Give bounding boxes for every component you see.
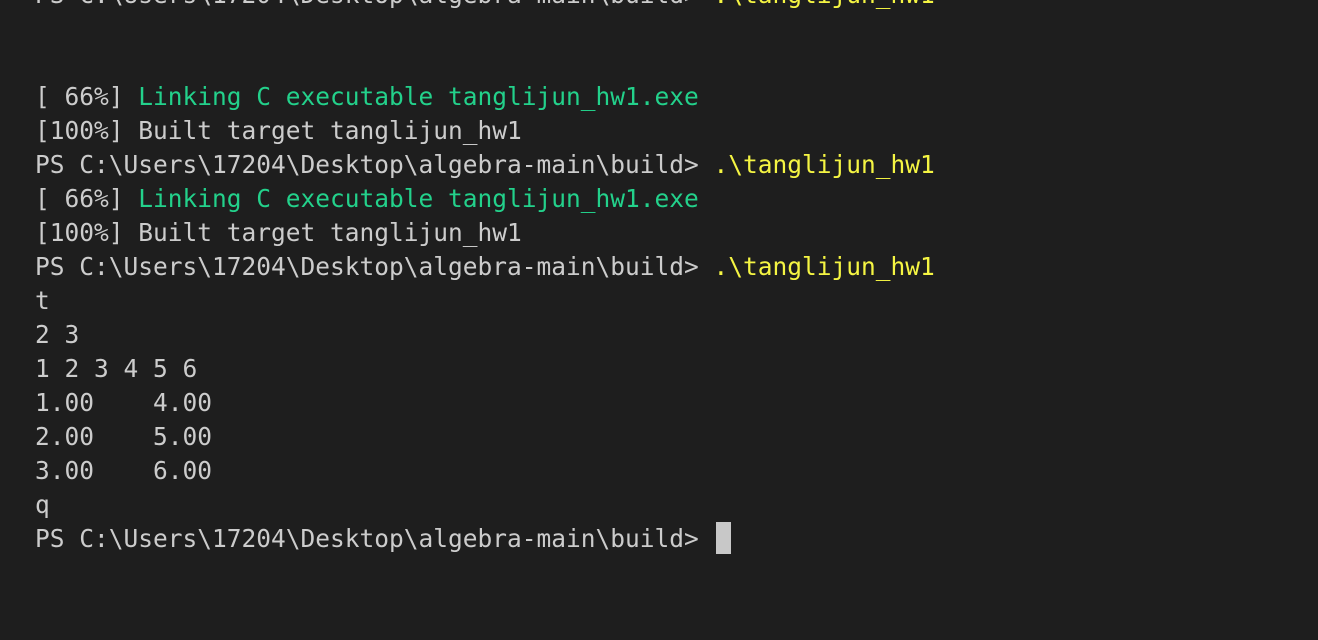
build-message: [100%] Built target tanglijun_hw1 (35, 218, 522, 247)
command-text: .\tanglijun_hw1 (713, 150, 935, 179)
build-message: Linking C executable tanglijun_hw1.exe (138, 82, 699, 111)
terminal-line: [100%] Built target tanglijun_hw1 (35, 114, 935, 148)
terminal-output: PS C:\Users\17204\Desktop\algebra-main\b… (35, 0, 935, 556)
program-output: 1 2 3 4 5 6 (35, 354, 198, 383)
terminal-line: [100%] Built target tanglijun_hw1 (35, 216, 935, 250)
program-output: 2.00 5.00 (35, 422, 213, 451)
terminal-line: 2.00 5.00 (35, 420, 935, 454)
program-output: q (35, 490, 50, 519)
blank-lines (35, 12, 935, 80)
program-output: t (35, 286, 50, 315)
prompt-text: PS C:\Users\17204\Desktop\algebra-main\b… (35, 150, 714, 179)
terminal-line: PS C:\Users\17204\Desktop\algebra-main\b… (35, 250, 935, 284)
command-text: .\tanglijun_hw1 (713, 252, 935, 281)
terminal-line: PS C:\Users\17204\Desktop\algebra-main\b… (35, 148, 935, 182)
terminal-line: 1 2 3 4 5 6 (35, 352, 935, 386)
terminal-line: q (35, 488, 935, 522)
terminal-line: 2 3 (35, 318, 935, 352)
build-message: [100%] Built target tanglijun_hw1 (35, 116, 522, 145)
terminal-line: [ 66%] Linking C executable tanglijun_hw… (35, 182, 935, 216)
terminal-line: 3.00 6.00 (35, 454, 935, 488)
terminal-line-partial: PS C:\Users\17204\Desktop\algebra-main\b… (35, 0, 935, 12)
terminal-line: t (35, 284, 935, 318)
build-message: Linking C executable tanglijun_hw1.exe (138, 184, 699, 213)
program-output: 2 3 (35, 320, 80, 349)
progress-prefix: [ 66%] (35, 184, 139, 213)
program-output: 3.00 6.00 (35, 456, 213, 485)
terminal-input-line[interactable]: PS C:\Users\17204\Desktop\algebra-main\b… (35, 522, 935, 556)
prompt-text: PS C:\Users\17204\Desktop\algebra-main\b… (35, 252, 714, 281)
prompt-text: PS C:\Users\17204\Desktop\algebra-main\b… (35, 0, 714, 9)
command-text: .\tanglijun_hw1 (714, 0, 935, 9)
terminal-line: [ 66%] Linking C executable tanglijun_hw… (35, 80, 935, 114)
text-cursor[interactable] (715, 522, 731, 554)
progress-prefix: [ 66%] (35, 82, 139, 111)
terminal-panel[interactable]: PS C:\Users\17204\Desktop\algebra-main\b… (0, 0, 1318, 640)
terminal-line: 1.00 4.00 (35, 386, 935, 420)
program-output: 1.00 4.00 (35, 388, 213, 417)
prompt-text: PS C:\Users\17204\Desktop\algebra-main\b… (35, 524, 714, 553)
